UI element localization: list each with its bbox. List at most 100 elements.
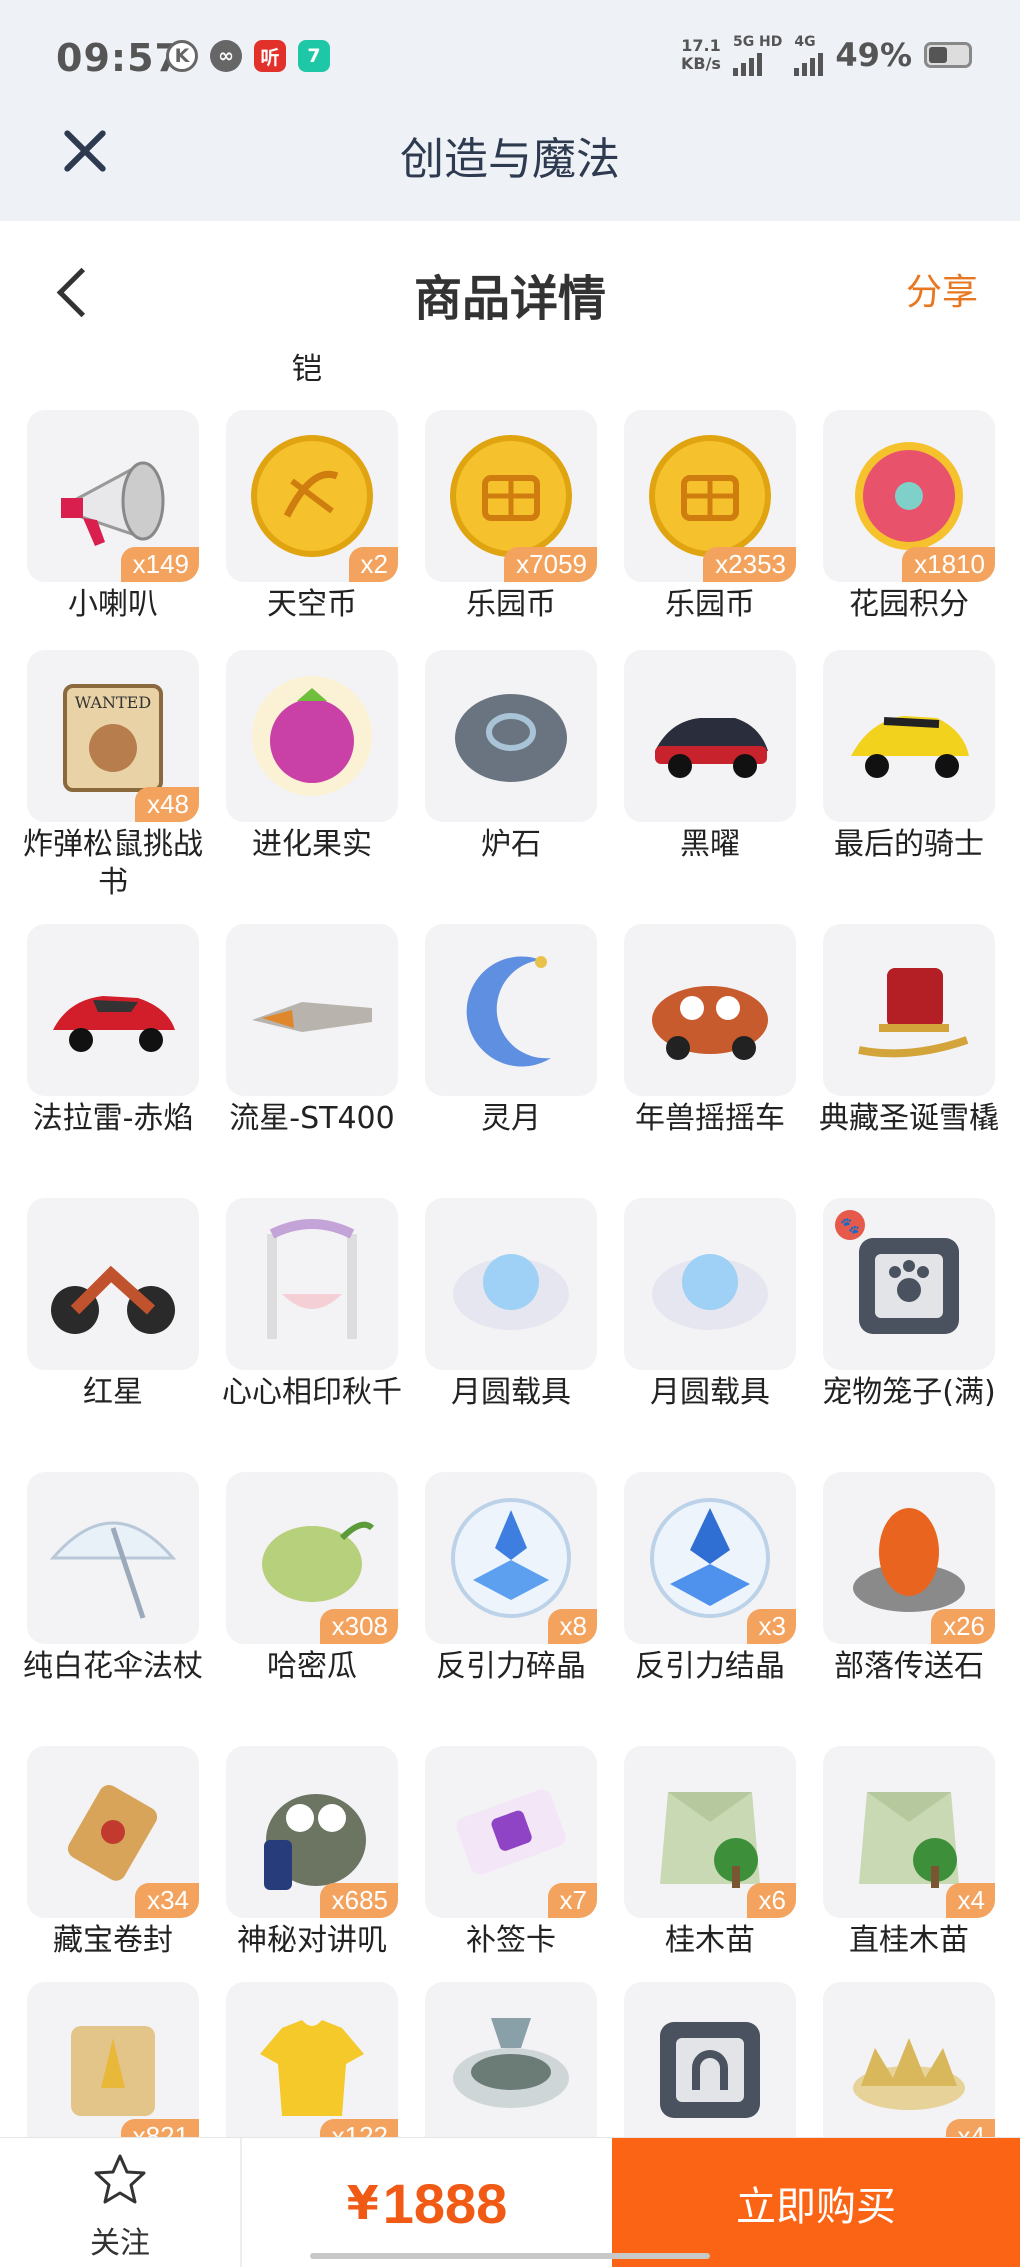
item-count-badge: x8 [547,1609,597,1644]
swing-icon [267,1219,357,1339]
raspberry-fruit-icon [252,676,372,796]
status-bar: 09:57 K ∞ 听 7 17.1 KB/s 5G HD 4G 49% [0,0,1020,115]
item-tile: x34 [27,1746,199,1918]
grid-item[interactable] [624,1982,796,2154]
cut-off-label: 铠 [292,352,322,387]
grid-item[interactable]: 🐾 宠物笼子(满) [822,1198,996,1412]
item-count-badge: x7 [547,1883,597,1918]
teleport-stone-icon [853,1508,965,1612]
buy-now-button[interactable]: 立即购买 [612,2138,1020,2267]
item-tile [624,924,796,1096]
grid-item[interactable]: x6 桂木苗 [624,1746,796,1960]
share-button[interactable]: 分享 [906,263,978,315]
grid-item[interactable]: 进化果实 [226,650,398,864]
item-tile: x122 [226,1982,398,2154]
grid-item[interactable]: x821 [27,1982,199,2154]
grid-item[interactable]: 典藏圣诞雪橇 [819,924,999,1138]
grid-item[interactable]: x122 [226,1982,398,2154]
grid-item[interactable]: x34 藏宝卷封 [27,1746,199,1960]
grid-item[interactable]: x149 小喇叭 [27,410,199,624]
seed-bag-icon [859,1792,959,1888]
item-tile [425,924,597,1096]
grid-item[interactable]: x8 反引力碎晶 [425,1472,597,1686]
seed-bag-icon [660,1792,760,1888]
item-tile [624,1198,796,1370]
grid-item[interactable]: 法拉雷-赤焰 [27,924,199,1138]
item-name: 最后的骑士 [834,827,984,862]
grid-item[interactable]: 月圆载具 [425,1198,597,1412]
item-tile: x6 [624,1746,796,1918]
crystal-shard-icon [451,1498,571,1618]
item-name: 红星 [83,1375,143,1410]
grid-item[interactable]: x7059 乐园币 [425,410,597,624]
grid-item[interactable]: 月圆载具 [624,1198,796,1412]
grid-item[interactable]: x685 神秘对讲叽 [226,1746,398,1960]
grid-item[interactable]: 炉石 [425,650,597,864]
item-name: 补签卡 [466,1923,556,1958]
yellow-car-icon [851,716,969,778]
item-tile [226,1198,398,1370]
grid-item[interactable]: x4 直桂木苗 [823,1746,995,1960]
grid-item[interactable]: 红星 [27,1198,199,1412]
grid-item[interactable]: 心心相印秋千 [222,1198,402,1412]
signal-5g: 5G HD [732,34,782,76]
item-name: 纯白花伞法杖 [23,1649,203,1684]
item-count-badge: x149 [120,547,199,582]
grid-item[interactable]: 灵月 [425,924,597,1138]
grid-item[interactable] [425,1982,597,2154]
walkie-bird-icon [264,1794,366,1890]
grid-item[interactable]: x3 反引力结晶 [624,1472,796,1686]
bottom-bar: 关注 ¥ 1888 立即购买 [0,2137,1020,2267]
signal-bars-icon [794,50,824,76]
signal-bars-icon [732,50,782,76]
yellow-shirt-icon [260,2020,364,2116]
item-tile: x4 [823,1746,995,1918]
grid-item[interactable]: x2353 乐园币 [624,410,796,624]
home-indicator [310,2253,710,2259]
item-count-badge: x2353 [703,547,796,582]
gold-scroll-icon [71,2026,155,2116]
item-tile [226,924,398,1096]
item-name: 炉石 [481,827,541,862]
item-count-badge: x48 [135,787,199,822]
flower-badge-icon [855,442,963,550]
item-tile [27,1472,199,1644]
grid-item[interactable]: WANTED x48 炸弹松鼠挑战书 [23,650,203,902]
grid-item[interactable]: x4 [823,1982,995,2154]
grid-item[interactable]: x308 哈密瓜 [226,1472,398,1686]
grid-item[interactable]: 流星-ST400 [226,924,398,1138]
grid-item[interactable]: x1810 花园积分 [823,410,995,624]
item-tile: x2353 [624,410,796,582]
sleigh-icon [858,968,969,1058]
item-name: 乐园币 [665,587,755,622]
grid-item[interactable]: 黑曜 [624,650,796,864]
grid-item[interactable]: 纯白花伞法杖 [23,1472,203,1686]
item-name: 花园积分 [849,587,969,622]
star-icon [94,2154,146,2204]
sky-coin-icon [251,435,373,557]
grid-item[interactable]: x26 部落传送石 [823,1472,995,1686]
battery-percent: 49% [835,36,912,74]
grid-item[interactable]: 年兽摇摇车 [624,924,796,1138]
item-name: 典藏圣诞雪橇 [819,1101,999,1136]
item-count-badge: x34 [135,1883,199,1918]
park-coin-icon [649,435,771,557]
grid-item[interactable]: x7 补签卡 [425,1746,597,1960]
item-name: 月圆载具 [650,1375,770,1410]
follow-button[interactable]: 关注 [0,2138,242,2267]
item-name: 法拉雷-赤焰 [32,1101,194,1136]
item-name: 反引力碎晶 [436,1649,586,1684]
item-count-badge: x3 [746,1609,796,1644]
k-app-icon: K [166,40,198,72]
notification-icons: K ∞ 听 7 [166,40,330,72]
red-car-icon [53,996,175,1052]
item-tile: x308 [226,1472,398,1644]
motorcycle-icon [51,1265,175,1334]
item-name: 小喇叭 [68,587,158,622]
item-count-badge: x2 [348,547,398,582]
grid-item[interactable]: x2 天空币 [226,410,398,624]
item-tile: x8 [425,1472,597,1644]
item-count-badge: x4 [945,1883,995,1918]
currency-symbol: ¥ [346,2176,379,2230]
grid-item[interactable]: 最后的骑士 [823,650,995,864]
